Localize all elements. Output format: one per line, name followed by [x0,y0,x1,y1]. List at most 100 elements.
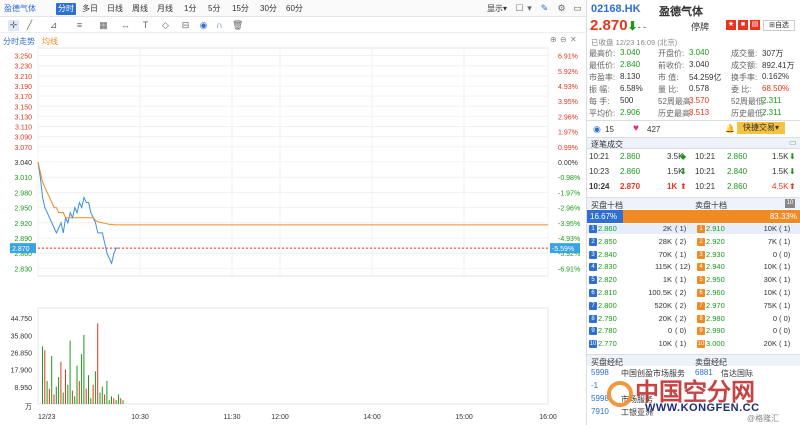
bid-level-badge: 8 [589,314,597,323]
current-pct-tag-label: -5.59% [552,246,574,253]
bid-volume: 2K [662,224,672,233]
crosshair-icon[interactable]: ✛ [8,20,19,31]
stock-name: 盈德气体 [659,6,703,18]
quote-field-value: 3.570 [689,96,710,105]
quote-field-label: 开盘价: [658,49,685,58]
bid-price: 2.830 [598,262,617,272]
book-header: 买盘十档 卖盘十档 10 [587,197,800,210]
bid-count: ( 1) [675,339,687,349]
volume-bar [88,375,89,404]
x-tick-label: 11:30 [224,414,241,421]
tab-30min[interactable]: 30分 [258,3,279,15]
ask-count: ( 1) [779,275,791,285]
chevron-down-icon[interactable]: ▾ [524,3,535,14]
y-tick-label: 3.110 [15,125,32,132]
bid-level-badge: 1 [589,225,597,233]
heart-icon[interactable]: ♥ [633,123,639,134]
ask-count: ( 1) [779,224,791,233]
trade-volume: 1.5K [772,167,789,176]
measure-tool-icon[interactable]: ↔ [120,20,131,31]
trade-direction-icon: ⬇ [789,152,796,161]
y-tick-label: 3.190 [14,84,32,91]
volume-bar [81,354,83,404]
bid-count: ( 2) [675,313,687,323]
sell-pct: 83.33% [769,212,797,221]
book-toggle-icon[interactable]: 10 [785,199,795,208]
x-tick-label: 12/23 [38,414,56,421]
quick-trade-button[interactable]: 快捷交易▾ [737,122,785,134]
close-icon[interactable]: ✕ [570,35,577,44]
quote-field-label: 换手率: [731,73,758,82]
text-tool-icon[interactable]: T [140,20,151,31]
price-chart[interactable]: 3.250 3.230 3.210 3.190 3.170 3.150 3.130 3.110… [0,46,586,425]
tab-monthly[interactable]: 月线 [155,3,175,15]
window-icon[interactable]: ▭ [572,3,583,14]
quote-field-label: 成交量: [731,49,758,58]
y-tick-label: 3.130 [14,114,32,121]
tab-1min[interactable]: 1分 [182,3,198,15]
channel-tool-icon[interactable]: ⊿ [48,20,59,31]
volume-bar [90,398,92,404]
quote-field-value: 2.311 [762,96,782,105]
add-watchlist-button[interactable]: ⊞自选 [763,20,795,31]
line-tool-icon[interactable]: ╱ [24,20,35,31]
ask-level-badge: 6 [697,289,705,297]
views-count: 15 [605,125,614,134]
volume-bar [97,323,99,404]
volume-bar [42,346,43,404]
volume-bar [115,400,117,404]
pencil-icon[interactable]: ✎ [539,3,550,14]
chart-icon[interactable]: ■ [738,20,748,30]
magnet-icon[interactable]: ∩ [214,20,225,31]
ask-volume: 30K [763,275,777,285]
collapse-icon[interactable]: ⊖ [560,35,567,44]
bid-count: ( 2) [675,288,687,297]
trade-price: 2.860 [620,152,641,161]
grid-tool-icon[interactable]: ▦ [98,20,109,31]
expand-icon[interactable]: ⊕ [550,35,557,44]
collapse-trades-icon[interactable]: ▭ [789,138,797,147]
bid-price: 2.780 [598,326,617,336]
stock-tab-label: 盈德气体 [4,4,36,13]
x-tick-label: 16:00 [539,414,557,421]
y-tick-label: 3.230 [14,64,32,71]
tab-daily[interactable]: 日线 [105,3,125,15]
tab-multiday[interactable]: 多日 [80,3,100,15]
display-menu[interactable]: 显示▾ [485,3,509,15]
shape-tool-icon[interactable]: ◇ [160,20,171,31]
tab-weekly[interactable]: 周线 [130,3,150,15]
vol-tick-label: 44.750 [11,316,33,323]
x-tick-label: 14:00 [363,414,381,421]
volume-bar [76,365,78,404]
bell-icon[interactable]: 🔔 [725,124,735,133]
chart-toolbar: 盈德气体 分时 多日 日线 周线 月线 1分 5分 15分 30分 60分 显示… [0,0,586,17]
lock-icon[interactable]: ⊟ [180,20,191,31]
views-icon: ◉ [593,124,601,134]
ask-volume: 75K [763,300,777,310]
trade-time: 10:21 [695,167,716,176]
quote-field-label: 平均价: [589,109,616,118]
quote-field-label: 成交额: [731,61,758,70]
tab-60min[interactable]: 60分 [284,3,305,15]
tab-15min[interactable]: 15分 [230,3,251,15]
tab-stock[interactable]: 盈德气体 [2,3,38,15]
eye-icon[interactable]: ◉ [198,20,209,31]
bid-level-badge: 9 [589,327,597,336]
volume-bar [85,388,87,404]
volume-bar [65,369,66,404]
note-icon[interactable]: ▤ [750,20,760,30]
star-icon[interactable]: ★ [726,20,736,30]
y-tick-label: 2.830 [14,266,32,273]
quote-field-value: 2.840 [620,60,641,69]
current-price-tag-label: 2.870 [12,246,30,253]
trash-icon[interactable]: 🗑 [232,20,243,31]
tab-intraday[interactable]: 分时 [56,3,76,15]
volume-bar [111,396,112,404]
ask-level-badge: 10 [697,340,705,349]
gear-icon[interactable]: ⚙ [556,3,567,14]
status-badge: 停牌 [691,22,710,32]
bid-level-badge: 4 [589,263,597,272]
tab-5min[interactable]: 5分 [206,3,222,15]
fib-tool-icon[interactable]: ≡ [74,20,85,31]
trades-header: 逐笔成交 ▭ [587,137,800,149]
